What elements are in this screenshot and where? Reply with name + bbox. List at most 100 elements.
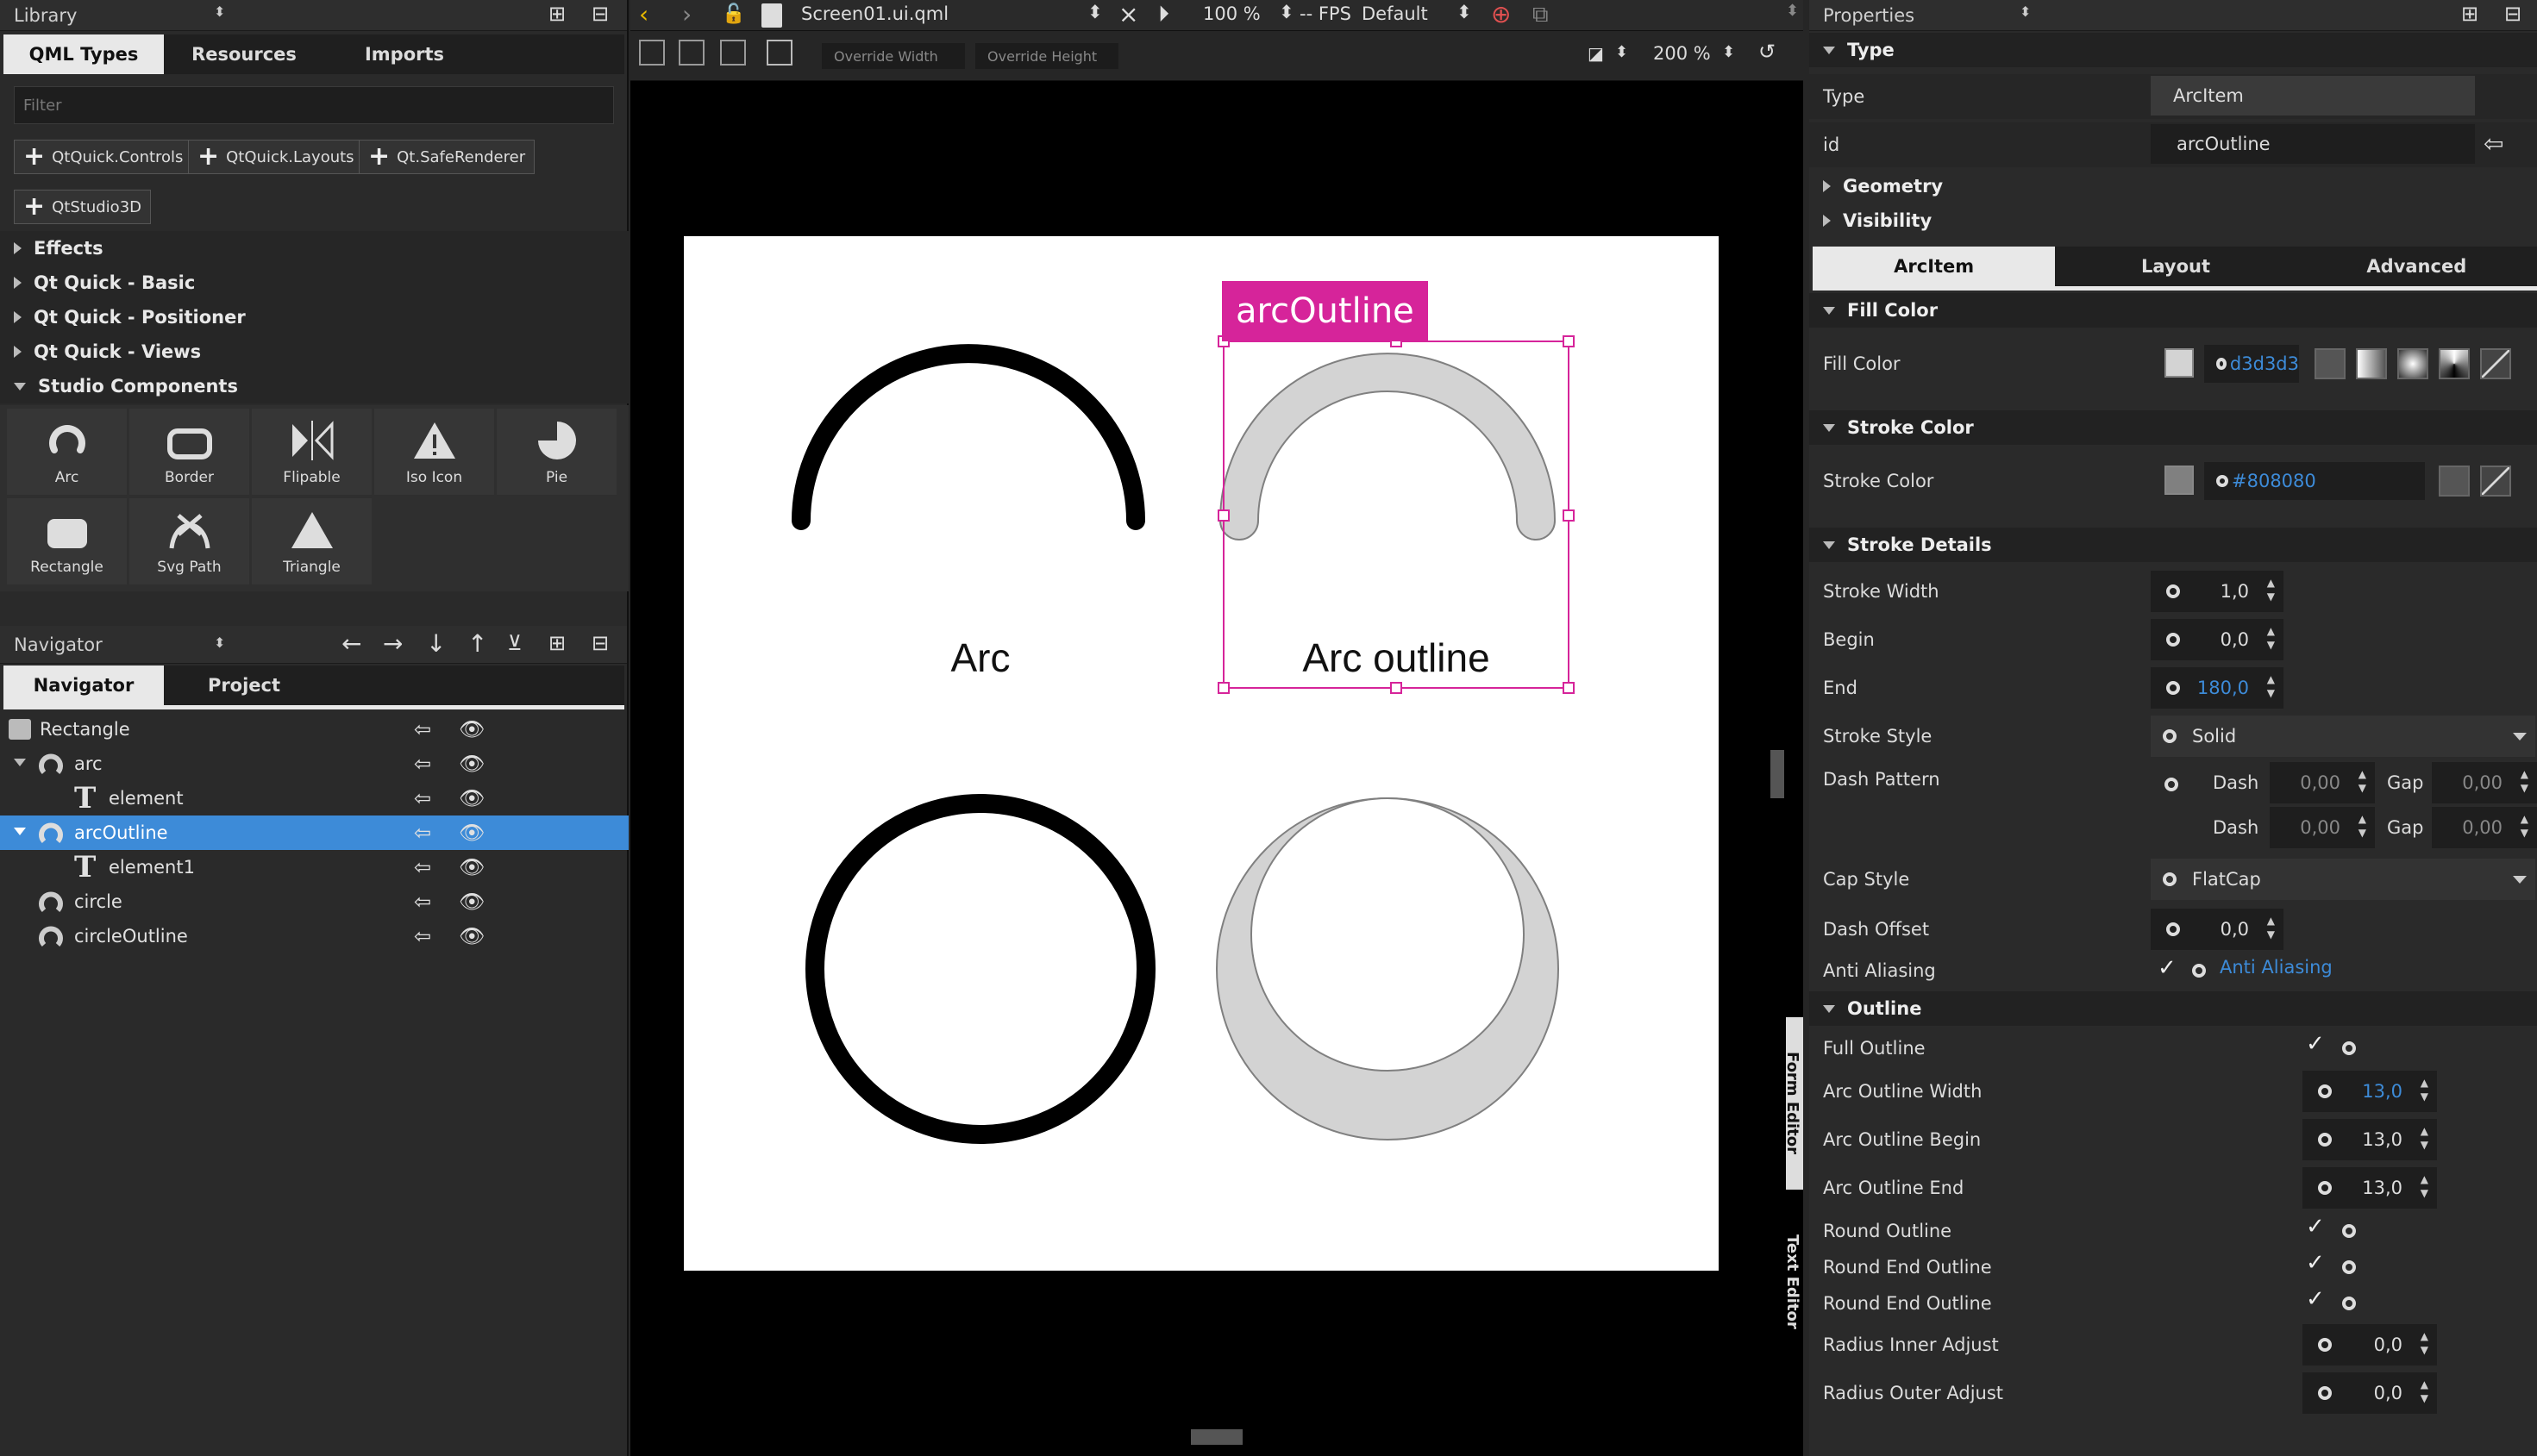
spin-arrows-icon[interactable]: ▲ ▼: [2521, 767, 2528, 795]
component-triangle[interactable]: Triangle: [252, 498, 372, 584]
geometry-section[interactable]: Geometry: [1809, 169, 2537, 203]
bounding-box-icon[interactable]: [767, 40, 792, 66]
override-width-input[interactable]: Override Width: [822, 43, 965, 69]
alias-export-icon[interactable]: ⇦: [414, 752, 431, 776]
visibility-eye-icon[interactable]: 👁: [459, 786, 485, 810]
canvas-zoom[interactable]: 200 %: [1653, 43, 1711, 64]
stroke-style-dropdown[interactable]: Solid: [2151, 716, 2535, 757]
arc-outline-begin-spinbox[interactable]: 13,0 ▲ ▼: [2302, 1119, 2437, 1160]
zoom-level[interactable]: 100 %: [1203, 3, 1261, 24]
stroke-details-section[interactable]: Stroke Details: [1809, 528, 2537, 562]
radius-inner-adjust-spinbox[interactable]: 0,0 ▲ ▼: [2302, 1324, 2437, 1365]
tab-navigator[interactable]: Navigator: [3, 666, 164, 705]
split-panel-icon[interactable]: ⊞: [548, 2, 566, 26]
begin-spinbox[interactable]: 0,0 ▲ ▼: [2151, 619, 2283, 660]
close-panel-icon[interactable]: ⊟: [592, 631, 609, 655]
snap-margin-icon[interactable]: [720, 40, 746, 66]
spin-arrows-icon[interactable]: ▲ ▼: [2267, 576, 2275, 603]
override-height-input[interactable]: Override Height: [975, 43, 1118, 69]
snap-icon[interactable]: [639, 40, 665, 66]
section-qt-quick-basic[interactable]: Qt Quick - Basic: [0, 266, 629, 300]
dash-2-spinbox[interactable]: 0,00 ▲ ▼: [2270, 807, 2375, 848]
fill-color-input[interactable]: d3d3d3: [2204, 345, 2299, 383]
horizontal-scrollbar[interactable]: [1191, 1429, 1243, 1445]
gap-1-spinbox[interactable]: 0,00 ▲ ▼: [2432, 762, 2537, 803]
tab-project[interactable]: Project: [164, 666, 324, 705]
tab-imports[interactable]: Imports: [324, 34, 485, 74]
fill-color-section[interactable]: Fill Color: [1809, 293, 2537, 328]
import-qtquick-controls[interactable]: + QtQuick.Controls: [14, 140, 193, 174]
tab-arcitem[interactable]: ArcItem: [1813, 247, 2056, 286]
cap-style-dropdown[interactable]: FlatCap: [2151, 859, 2535, 900]
spin-arrows-icon[interactable]: ▲ ▼: [2267, 624, 2275, 652]
side-tab-text-editor[interactable]: Text Editor: [1783, 1224, 1803, 1345]
library-selector-icon[interactable]: ⬍: [214, 3, 225, 20]
file-name[interactable]: Screen01.ui.qml: [801, 3, 949, 24]
gap-2-spinbox[interactable]: 0,00 ▲ ▼: [2432, 807, 2537, 848]
close-document-icon[interactable]: ×: [1118, 0, 1138, 28]
visibility-section[interactable]: Visibility: [1809, 203, 2537, 238]
type-value[interactable]: ArcItem: [2151, 76, 2475, 116]
fill-color-swatch[interactable]: [2164, 348, 2194, 378]
alias-export-icon[interactable]: ⇦: [414, 890, 431, 914]
properties-selector-icon[interactable]: ⬍: [2020, 3, 2031, 20]
arc-outline-width-spinbox[interactable]: 13,0 ▲ ▼: [2302, 1071, 2437, 1112]
arrow-left-icon[interactable]: ←: [341, 629, 361, 658]
toolbar-selector-icon[interactable]: ⬍: [1786, 2, 1799, 20]
snap-anchor-icon[interactable]: [679, 40, 705, 66]
nav-item-element[interactable]: T element ⇦ 👁: [0, 781, 629, 815]
nav-item-element1[interactable]: T element1 ⇦ 👁: [0, 850, 629, 884]
visibility-eye-icon[interactable]: 👁: [459, 855, 485, 879]
tab-layout[interactable]: Layout: [2055, 247, 2296, 286]
alias-export-icon[interactable]: ⇦: [414, 786, 431, 810]
tab-resources[interactable]: Resources: [164, 34, 324, 74]
transparent-button[interactable]: [2480, 348, 2511, 379]
component-rectangle[interactable]: Rectangle: [7, 498, 127, 584]
zoom-selector-icon[interactable]: ⬍: [1279, 2, 1294, 22]
spin-arrows-icon[interactable]: ▲ ▼: [2421, 1076, 2428, 1103]
vertical-scrollbar[interactable]: [1770, 750, 1784, 798]
outline-section[interactable]: Outline: [1809, 991, 2537, 1026]
import-qt-saferenderer[interactable]: + Qt.SafeRenderer: [359, 140, 536, 174]
visibility-eye-icon[interactable]: 👁: [459, 821, 485, 845]
stroke-width-spinbox[interactable]: 1,0 ▲ ▼: [2151, 571, 2283, 612]
spin-arrows-icon[interactable]: ▲ ▼: [2267, 672, 2275, 700]
solid-fill-button[interactable]: [2315, 348, 2346, 379]
import-qtstudio3d[interactable]: + QtStudio3D: [14, 190, 152, 224]
component-pie[interactable]: Pie: [497, 409, 617, 495]
alias-export-icon[interactable]: ⇦: [414, 717, 431, 741]
spin-arrows-icon[interactable]: ▲ ▼: [2421, 1329, 2428, 1357]
arc-text[interactable]: Arc: [894, 634, 1067, 681]
visibility-eye-icon[interactable]: 👁: [459, 717, 485, 741]
state-selector-icon[interactable]: ⬍: [1456, 2, 1472, 22]
zoom-selector-icon[interactable]: ⬍: [1615, 43, 1628, 61]
close-panel-icon[interactable]: ⊟: [592, 2, 609, 26]
type-section-header[interactable]: Type: [1809, 33, 2537, 67]
component-svg-path[interactable]: Svg Path: [129, 498, 249, 584]
spin-arrows-icon[interactable]: ▲ ▼: [2358, 812, 2366, 840]
state-selector[interactable]: Default: [1362, 3, 1428, 24]
spin-arrows-icon[interactable]: ▲ ▼: [2358, 767, 2366, 795]
split-panel-icon[interactable]: ⊞: [2461, 2, 2478, 26]
split-panel-icon[interactable]: ⊞: [548, 631, 566, 655]
lock-icon[interactable]: 🔓: [722, 3, 745, 25]
section-effects[interactable]: Effects: [0, 231, 629, 266]
section-qt-quick-views[interactable]: Qt Quick - Views: [0, 334, 629, 369]
screenshot-icon[interactable]: ⧉: [1532, 2, 1549, 28]
library-filter-input[interactable]: Filter: [14, 86, 614, 124]
component-flipable[interactable]: Flipable: [252, 409, 372, 495]
radial-gradient-button[interactable]: [2397, 348, 2428, 379]
arrow-right-icon[interactable]: →: [383, 629, 403, 658]
visibility-eye-icon[interactable]: 👁: [459, 752, 485, 776]
spin-arrows-icon[interactable]: ▲ ▼: [2267, 914, 2275, 941]
design-canvas[interactable]: arcOutline Arc Arc outline: [684, 236, 1719, 1271]
export-alias-icon[interactable]: ⇦: [2484, 129, 2503, 158]
id-input[interactable]: arcOutline: [2151, 124, 2475, 164]
arrow-down-icon[interactable]: ↓: [426, 629, 446, 658]
spin-arrows-icon[interactable]: ▲ ▼: [2421, 1172, 2428, 1200]
canvas-zoom-selector-icon[interactable]: ⬍: [1722, 43, 1735, 61]
file-selector-icon[interactable]: ⬍: [1087, 2, 1103, 22]
nav-item-circleoutline[interactable]: circleOutline ⇦ 👁: [0, 919, 629, 953]
arc-outline-end-spinbox[interactable]: 13,0 ▲ ▼: [2302, 1167, 2437, 1209]
nav-item-arc[interactable]: arc ⇦ 👁: [0, 747, 629, 781]
